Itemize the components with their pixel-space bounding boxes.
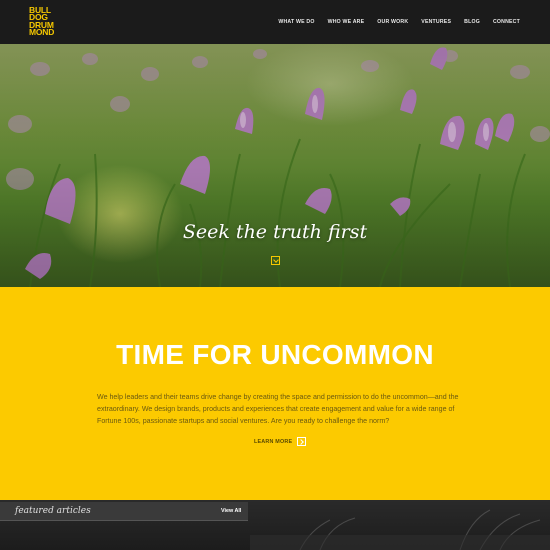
- logo-line: MOND: [29, 27, 55, 38]
- nav-our-work[interactable]: OUR WORK: [377, 19, 408, 25]
- nav-ventures[interactable]: VENTURES: [421, 19, 451, 25]
- intro-body: We help leaders and their teams drive ch…: [97, 393, 459, 426]
- nav-blog[interactable]: BLOG: [464, 19, 480, 25]
- main-nav: WHAT WE DO WHO WE ARE OUR WORK VENTURES …: [265, 19, 520, 25]
- nav-connect[interactable]: CONNECT: [493, 19, 520, 25]
- intro-section: TIME FOR UNCOMMON We help leaders and th…: [0, 287, 550, 500]
- nav-who-we-are[interactable]: WHO WE ARE: [328, 19, 365, 25]
- intro-title: TIME FOR UNCOMMON: [116, 339, 434, 370]
- featured-articles-section: featured articles View All: [0, 500, 550, 550]
- bulldog-drummond-logo[interactable]: BULL DOG DRUM MOND: [29, 6, 59, 38]
- hero-banner: Seek the truth first: [0, 44, 550, 287]
- featured-articles-label: featured articles: [15, 506, 91, 516]
- nav-what-we-do[interactable]: WHAT WE DO: [278, 19, 314, 25]
- view-all-link[interactable]: View All: [221, 508, 241, 514]
- hero-overlay: [0, 44, 550, 287]
- hero-tagline: Seek the truth first: [182, 221, 368, 243]
- chevron-right-icon: [297, 437, 307, 446]
- learn-more-button[interactable]: LEARN MORE: [254, 437, 307, 446]
- chevron-down-icon[interactable]: [271, 256, 280, 265]
- learn-more-label: LEARN MORE: [254, 438, 293, 445]
- featured-articles-bar: featured articles View All: [0, 502, 248, 521]
- site-header: BULL DOG DRUM MOND WHAT WE DO WHO WE ARE…: [0, 0, 550, 44]
